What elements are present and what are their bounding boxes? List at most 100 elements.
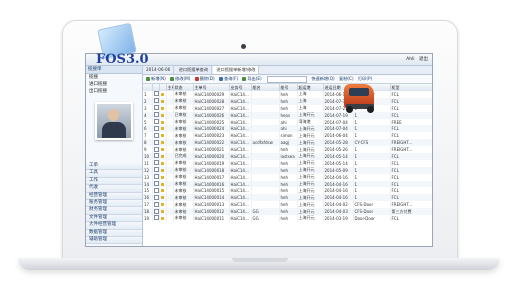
row-checkbox[interactable] xyxy=(152,201,160,209)
sidebar-menu-item[interactable]: 辅助管理 xyxy=(86,237,142,245)
table-cell: 未审核 xyxy=(173,118,194,126)
checkbox-icon[interactable] xyxy=(153,91,158,97)
checkbox-icon[interactable] xyxy=(153,139,158,145)
row-checkbox[interactable] xyxy=(152,146,160,154)
checkbox-icon[interactable] xyxy=(153,208,158,214)
row-status-icon xyxy=(159,125,167,133)
table-row[interactable]: 12 未审核 HaiC14000018 HaiC14... heh 上海开元 2014-05… xyxy=(143,166,432,174)
sidebar-menu-item[interactable]: 大件经营管理 xyxy=(86,222,142,230)
query-button[interactable]: 查询(F) xyxy=(218,75,238,83)
table-row[interactable]: 11 未审核 HaiC14000019 HaiC14... heh 上海开元 2014-05… xyxy=(143,159,432,167)
row-checkbox[interactable] xyxy=(152,153,160,160)
tab-import-edit[interactable]: 进口揽搜单新增/修改 xyxy=(213,66,260,74)
table-row[interactable]: 13 未审核 HaiC14000017 HaiC14... heh 上海开元 2014-04… xyxy=(143,173,432,181)
column-header[interactable]: 状态 xyxy=(173,84,194,91)
column-header[interactable]: 主单 xyxy=(166,84,174,91)
row-checkbox[interactable] xyxy=(152,173,160,181)
column-header[interactable] xyxy=(143,84,153,91)
row-checkbox[interactable] xyxy=(152,166,160,174)
checkbox-icon[interactable] xyxy=(153,105,158,111)
new-button[interactable]: 新增(N) xyxy=(146,75,166,83)
table-row[interactable]: 6 未审核 HaiC14000024 HaiC14... ahi 上海开元 2014-07-… xyxy=(143,125,432,133)
table-cell: 1 xyxy=(353,159,391,167)
checkbox-icon[interactable] xyxy=(153,125,158,131)
table-row[interactable]: 14 未审核 HaiC14000016 HaiC14... heh 上海开元 2014-04… xyxy=(143,180,432,188)
table-row[interactable]: 19 未审核 HaiC14000011 HaiC14... GG heh 上海开元 2014-… xyxy=(143,215,432,222)
column-header[interactable] xyxy=(152,84,160,91)
row-status-icon xyxy=(159,118,167,126)
logout-link[interactable]: 退出 xyxy=(419,57,428,62)
column-header[interactable]: 主单号 xyxy=(193,84,230,91)
row-checkbox[interactable] xyxy=(152,139,160,147)
sidebar-menu-item[interactable]: 数据管理 xyxy=(86,229,142,238)
table-row[interactable]: 3 未审核 HaiC14000027 HaiC14... heh 上海 2014-07-25… xyxy=(143,104,432,112)
row-checkbox[interactable] xyxy=(152,194,160,202)
table-row[interactable]: 5 未审核 HaiC14000025 HaiC14... ahi 湾海港 2014-07-0… xyxy=(143,118,432,126)
table-row[interactable]: 9 未审核 HaiC14000021 HaiC14... heh 上海开元 2014-05-… xyxy=(143,146,432,154)
row-checkbox[interactable] xyxy=(152,118,160,126)
table-cell xyxy=(251,118,280,126)
table-row[interactable]: 7 未审核 HaiC14000023 HaiC14... simon 上海开元 2014-0… xyxy=(143,132,432,140)
table-row[interactable]: 15 未审核 HaiC14000015 HaiC14... heh 上海开元 2014-04… xyxy=(143,187,432,195)
row-checkbox[interactable] xyxy=(152,104,160,112)
row-checkbox[interactable] xyxy=(152,132,160,140)
table-row[interactable]: 10 已完成 HaiC14000020 HaiC14... lastsea 上海开元 201… xyxy=(143,153,432,160)
row-checkbox[interactable] xyxy=(152,91,160,98)
row-checkbox[interactable] xyxy=(152,208,160,216)
sidebar-menu-item[interactable]: 经营管理 xyxy=(86,192,142,201)
table-row[interactable]: 18 未审核 HaiC14000012 HaiC14... GG heh 上海开元 2014-… xyxy=(143,208,432,216)
checkbox-icon[interactable] xyxy=(153,201,158,207)
sidebar-section[interactable]: 揽搜 xyxy=(86,74,142,81)
column-header[interactable]: 业务号 xyxy=(229,84,252,91)
column-header[interactable]: 起运港 xyxy=(297,84,324,91)
checkbox-icon[interactable] xyxy=(153,119,158,124)
sidebar-subitem-import[interactable]: 进口揽搜 xyxy=(86,81,142,88)
sidebar-menu-item[interactable]: 财务管理 xyxy=(86,207,142,215)
table-row[interactable]: 8 未审核 HaiC14000022 HaiC14... acdfafdsw aagj 上海… xyxy=(143,139,432,147)
checkbox-icon[interactable] xyxy=(153,160,158,166)
checkbox-icon[interactable] xyxy=(153,194,158,200)
table-cell: HaiC14... xyxy=(229,201,252,209)
row-checkbox[interactable] xyxy=(152,187,160,195)
table-cell: 未审核 xyxy=(173,104,194,112)
table-row[interactable]: 4 已审核 HaiC14000026 HaiC14... heos 上海开元 2014-07… xyxy=(143,111,432,119)
export-button[interactable]: 导出(E) xyxy=(242,75,262,83)
checkbox-icon[interactable] xyxy=(153,174,158,180)
edit-button-label: 修改(M) xyxy=(175,76,191,81)
user-link[interactable]: Ahli xyxy=(406,57,414,62)
search-input[interactable] xyxy=(267,75,307,83)
tab-import-query[interactable]: 进口揽搜单查询 xyxy=(176,66,213,74)
delete-button[interactable]: 删除(D) xyxy=(194,75,215,83)
data-table: 主单状态主单号业务号船名船号起运港进运日期运输方式柜型 1未审核HaiC1400… xyxy=(143,84,432,222)
row-checkbox[interactable] xyxy=(152,125,160,133)
quick-new-button[interactable]: 快速新增(Q) xyxy=(311,75,334,83)
row-checkbox[interactable] xyxy=(152,180,160,188)
checkbox-icon[interactable] xyxy=(153,153,158,159)
checkbox-icon[interactable] xyxy=(153,167,158,173)
column-header[interactable]: 船名 xyxy=(251,84,280,91)
column-header[interactable]: 柜型 xyxy=(390,84,432,91)
sidebar-menu-item[interactable]: 代收 xyxy=(86,185,142,193)
sidebar-menu-item[interactable]: 工具 xyxy=(86,170,142,178)
checkbox-icon[interactable] xyxy=(153,215,158,221)
checkbox-icon[interactable] xyxy=(153,146,158,152)
table-row[interactable]: 16 未审核 HaiC14000014 HaiC14... heh 上海开元 2014-04… xyxy=(143,194,432,202)
column-header[interactable] xyxy=(159,84,167,91)
column-header[interactable]: 船号 xyxy=(279,84,298,91)
checkbox-icon[interactable] xyxy=(153,112,158,118)
edit-button[interactable]: 修改(M) xyxy=(170,75,190,83)
table-row[interactable]: 17 未审核 HaiC14000013 HaiC14... heh 上海开元 2014-04… xyxy=(143,201,432,209)
checkbox-icon[interactable] xyxy=(153,98,158,104)
checkbox-icon[interactable] xyxy=(153,181,158,187)
row-checkbox[interactable] xyxy=(152,111,160,119)
sidebar-subitem-export[interactable]: 出口揽搜 xyxy=(86,88,142,95)
checkbox-icon[interactable] xyxy=(153,187,158,193)
row-checkbox[interactable] xyxy=(152,97,160,105)
table-cell: 9 xyxy=(143,146,153,154)
checkbox-icon[interactable] xyxy=(153,132,158,138)
table-row[interactable]: 1 未审核 HaiC14000029 HaiC14... heh 上海 2014-06-13… xyxy=(143,91,432,98)
table-row[interactable]: 2 未审核 HaiC14000028 HaiC14... heh 上海 2014-07-31… xyxy=(143,97,432,105)
table-cell xyxy=(166,166,174,174)
row-checkbox[interactable] xyxy=(152,215,160,222)
row-checkbox[interactable] xyxy=(152,159,160,167)
